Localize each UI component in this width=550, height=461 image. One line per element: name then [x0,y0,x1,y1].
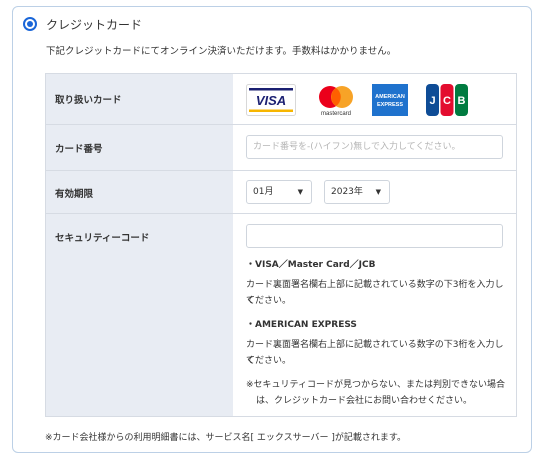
chevron-down-icon: ▼ [297,188,303,196]
jcb-logo: J C B [426,84,468,120]
expiry-year-select[interactable]: 2023年 ▼ [324,180,390,204]
expiry-label: 有効期限 [55,189,94,200]
payment-method-label: クレジットカード [46,18,143,32]
table-header-column [46,74,233,416]
mastercard-logo: mastercard [313,82,359,122]
visa-logo: VISA [246,84,296,120]
card-number-label: カード番号 [55,144,103,155]
security-note-line1: ※セキュリティコードが見つからない、または判別できない場合 [246,380,506,390]
accepted-cards-label: 取り扱いカード [55,95,122,106]
billing-footnote: ※カード会社様からの利用明細書には、サービス名[ エックスサーバー ]が記載され… [45,433,407,443]
security-note-line2: は、クレジットカード会社にお問い合わせください。 [256,396,473,406]
row-divider [46,213,516,214]
svg-text:J: J [429,95,435,107]
row-divider [46,124,516,125]
svg-text:AMERICAN: AMERICAN [375,94,405,100]
security-code-input[interactable] [246,224,503,248]
chevron-down-icon: ▼ [375,188,381,196]
credit-card-radio[interactable] [23,17,37,31]
row-divider [46,170,516,171]
expiry-month-select[interactable]: 01月 ▼ [246,180,312,204]
expiry-year-value: 2023年 [331,187,363,197]
payment-description: 下記クレジットカードにてオンライン決済いただけます。手数料はかかりません。 [46,46,397,57]
svg-text:B: B [458,95,466,107]
visa-mc-jcb-heading: ・VISA／Master Card／JCB [246,260,376,270]
amex-heading: ・AMERICAN EXPRESS [246,320,357,330]
card-number-input[interactable]: カード番号を-(ハイフン)無しで入力してください。 [246,135,503,159]
svg-text:EXPRESS: EXPRESS [377,102,403,108]
card-details-table: 取り扱いカード VISA mastercard AMERICAN EXPRESS [45,73,517,417]
visa-instruction-line2: ください。 [246,296,292,306]
amex-instruction-line2: ください。 [246,356,292,366]
svg-text:C: C [443,95,451,107]
expiry-month-value: 01月 [253,187,274,197]
svg-text:mastercard: mastercard [321,111,351,117]
amex-logo: AMERICAN EXPRESS [372,84,408,120]
security-code-label: セキュリティーコード [55,233,150,244]
svg-text:VISA: VISA [256,93,286,108]
